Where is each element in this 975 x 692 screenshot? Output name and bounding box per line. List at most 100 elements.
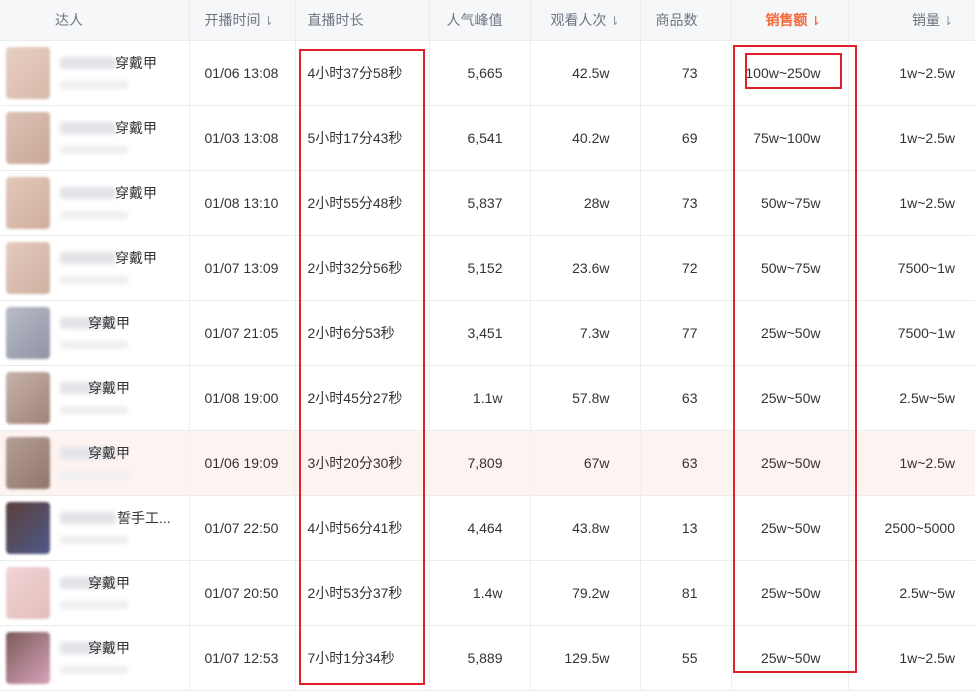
avatar[interactable] <box>6 437 50 489</box>
cell-sales: 50w~75w <box>731 170 849 236</box>
anchor-name[interactable]: 穿戴甲 <box>88 638 130 658</box>
cell-volume: 2.5w~5w <box>848 560 975 626</box>
cell-sales: 50w~75w <box>731 235 849 301</box>
blurred-name <box>60 252 116 264</box>
cell-goods: 77 <box>640 300 732 366</box>
table-row[interactable]: 穿戴甲 01/06 13:08 4小时37分58秒 5,665 42.5w 73… <box>0 40 975 106</box>
cell-anchor[interactable]: 穿戴甲 <box>0 365 190 431</box>
blurred-name <box>60 122 116 134</box>
header-peak: 人气峰值 <box>429 0 531 41</box>
cell-viewers: 43.8w <box>530 495 641 561</box>
anchor-name[interactable]: 穿戴甲 <box>88 573 130 593</box>
cell-start-time: 01/06 19:09 <box>189 430 296 496</box>
blurred-name <box>60 187 116 199</box>
cell-duration: 2小时45分27秒 <box>295 365 430 431</box>
cell-anchor[interactable]: 穿戴甲 <box>0 560 190 626</box>
blurred-name <box>60 57 116 69</box>
sort-down-icon[interactable]: ⇂ <box>943 14 953 28</box>
table-row[interactable]: 穿戴甲 01/07 12:53 7小时1分34秒 5,889 129.5w 55… <box>0 625 975 691</box>
blurred-subtitle <box>60 276 128 284</box>
cell-start-time: 01/06 13:08 <box>189 40 296 106</box>
table-row[interactable]: 穿戴甲 01/08 19:00 2小时45分27秒 1.1w 57.8w 63 … <box>0 365 975 431</box>
cell-peak: 1.1w <box>429 365 531 431</box>
table-row[interactable]: 穿戴甲 01/07 21:05 2小时6分53秒 3,451 7.3w 77 2… <box>0 300 975 366</box>
blurred-subtitle <box>60 536 128 544</box>
table-row[interactable]: 誓手工... 01/07 22:50 4小时56分41秒 4,464 43.8w… <box>0 495 975 561</box>
cell-peak: 5,837 <box>429 170 531 236</box>
cell-anchor[interactable]: 穿戴甲 <box>0 625 190 691</box>
avatar[interactable] <box>6 632 50 684</box>
anchor-name[interactable]: 穿戴甲 <box>115 183 157 203</box>
table-row[interactable]: 穿戴甲 01/08 13:10 2小时55分48秒 5,837 28w 73 5… <box>0 170 975 236</box>
blurred-subtitle <box>60 211 128 219</box>
sort-down-icon[interactable]: ⇂ <box>810 14 820 28</box>
cell-duration: 3小时20分30秒 <box>295 430 430 496</box>
sort-down-icon[interactable]: ⇂ <box>609 14 619 28</box>
avatar[interactable] <box>6 242 50 294</box>
table-row[interactable]: 穿戴甲 01/07 13:09 2小时32分56秒 5,152 23.6w 72… <box>0 235 975 301</box>
cell-viewers: 42.5w <box>530 40 641 106</box>
cell-goods: 63 <box>640 365 732 431</box>
cell-anchor[interactable]: 穿戴甲 <box>0 170 190 236</box>
cell-goods: 55 <box>640 625 732 691</box>
cell-anchor[interactable]: 穿戴甲 <box>0 235 190 301</box>
cell-sales: 25w~50w <box>731 365 849 431</box>
cell-viewers: 57.8w <box>530 365 641 431</box>
cell-viewers: 7.3w <box>530 300 641 366</box>
cell-sales: 25w~50w <box>731 625 849 691</box>
avatar[interactable] <box>6 112 50 164</box>
header-sales[interactable]: 销售额 ⇂ <box>731 0 849 41</box>
cell-duration: 2小时6分53秒 <box>295 300 430 366</box>
cell-viewers: 79.2w <box>530 560 641 626</box>
cell-start-time: 01/07 20:50 <box>189 560 296 626</box>
cell-peak: 1.4w <box>429 560 531 626</box>
cell-anchor[interactable]: 穿戴甲 <box>0 300 190 366</box>
table-row[interactable]: 穿戴甲 01/03 13:08 5小时17分43秒 6,541 40.2w 69… <box>0 105 975 171</box>
cell-duration: 2小时32分56秒 <box>295 235 430 301</box>
cell-viewers: 67w <box>530 430 641 496</box>
table-row[interactable]: 穿戴甲 01/06 19:09 3小时20分30秒 7,809 67w 63 2… <box>0 430 975 496</box>
cell-goods: 69 <box>640 105 732 171</box>
anchor-name[interactable]: 穿戴甲 <box>115 53 157 73</box>
cell-duration: 2小时53分37秒 <box>295 560 430 626</box>
cell-start-time: 01/07 21:05 <box>189 300 296 366</box>
cell-goods: 73 <box>640 40 732 106</box>
avatar[interactable] <box>6 307 50 359</box>
cell-goods: 72 <box>640 235 732 301</box>
header-start-time[interactable]: 开播时间 ⇂ <box>189 0 296 41</box>
sort-down-icon[interactable]: ⇂ <box>264 14 274 28</box>
header-viewers[interactable]: 观看人次 ⇂ <box>530 0 641 41</box>
anchor-name[interactable]: 穿戴甲 <box>115 248 157 268</box>
anchor-name[interactable]: 誓手工... <box>117 508 171 528</box>
cell-start-time: 01/08 13:10 <box>189 170 296 236</box>
table-row[interactable]: 穿戴甲 01/07 20:50 2小时53分37秒 1.4w 79.2w 81 … <box>0 560 975 626</box>
live-stream-table: 达人 开播时间 ⇂ 直播时长 人气峰值 观看人次 ⇂ 商品数 销售额 ⇂ 销量 ⇂ 穿戴… <box>0 0 975 691</box>
avatar[interactable] <box>6 372 50 424</box>
anchor-name[interactable]: 穿戴甲 <box>88 313 130 333</box>
cell-peak: 3,451 <box>429 300 531 366</box>
header-anchor: 达人 <box>0 0 190 41</box>
anchor-name[interactable]: 穿戴甲 <box>88 378 130 398</box>
cell-sales: 25w~50w <box>731 560 849 626</box>
cell-volume: 7500~1w <box>848 300 975 366</box>
cell-anchor[interactable]: 穿戴甲 <box>0 40 190 106</box>
cell-sales: 25w~50w <box>731 495 849 561</box>
cell-anchor[interactable]: 穿戴甲 <box>0 105 190 171</box>
cell-anchor[interactable]: 誓手工... <box>0 495 190 561</box>
header-volume[interactable]: 销量 ⇂ <box>848 0 975 41</box>
avatar[interactable] <box>6 47 50 99</box>
cell-anchor[interactable]: 穿戴甲 <box>0 430 190 496</box>
avatar[interactable] <box>6 177 50 229</box>
anchor-name[interactable]: 穿戴甲 <box>115 118 157 138</box>
cell-goods: 73 <box>640 170 732 236</box>
avatar[interactable] <box>6 502 50 554</box>
cell-volume: 1w~2.5w <box>848 430 975 496</box>
cell-start-time: 01/07 13:09 <box>189 235 296 301</box>
avatar[interactable] <box>6 567 50 619</box>
blurred-subtitle <box>60 471 128 479</box>
header-duration: 直播时长 <box>295 0 430 41</box>
anchor-name[interactable]: 穿戴甲 <box>88 443 130 463</box>
cell-volume: 1w~2.5w <box>848 105 975 171</box>
cell-start-time: 01/08 19:00 <box>189 365 296 431</box>
cell-volume: 2500~5000 <box>848 495 975 561</box>
